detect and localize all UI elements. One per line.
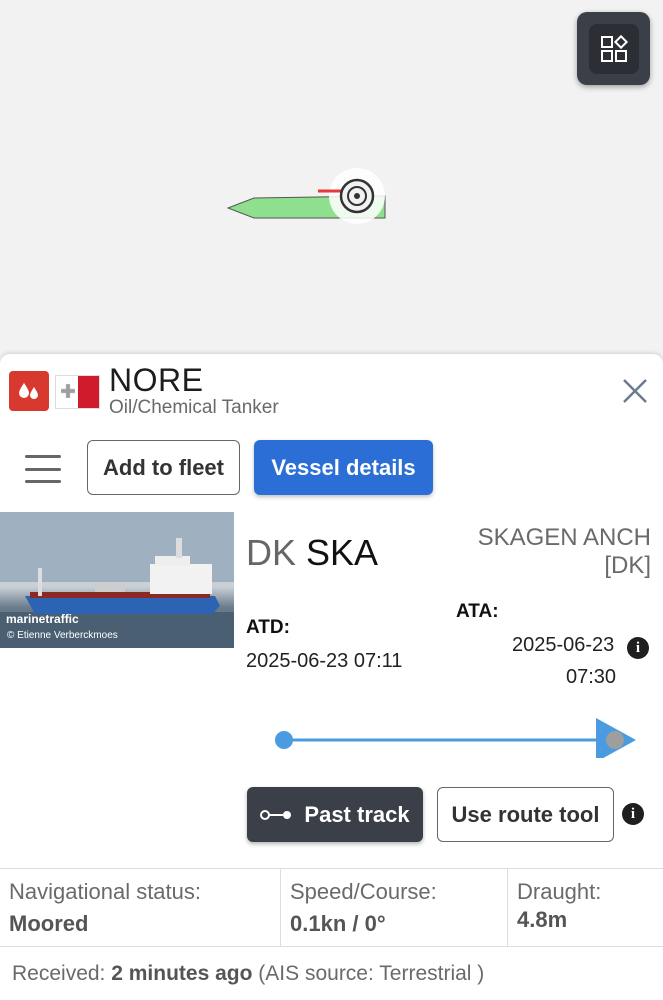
departure-code: SKA [306, 532, 379, 573]
vessel-name: NORE [109, 362, 204, 398]
hamburger-icon[interactable] [25, 455, 61, 483]
vessel-toolbar: Add to fleet Vessel details [0, 440, 663, 496]
close-icon[interactable] [618, 374, 652, 408]
vessel-stats: Navigational status: Moored Speed/Course… [0, 868, 663, 947]
nav-status-value: Moored [9, 911, 89, 936]
vessel-marker[interactable] [220, 160, 400, 240]
voyage-progress [270, 714, 650, 762]
photo-credit: © Etienne Verberckmoes [7, 630, 118, 641]
past-track-label: Past track [304, 801, 410, 827]
vessel-type: Oil/Chemical Tanker [109, 397, 279, 418]
departure-country: DK [246, 532, 297, 573]
speed-course-label: Speed/Course: [290, 879, 437, 904]
received-info: Received: 2 minutes ago (AIS source: Ter… [12, 962, 484, 986]
draught-value: 4.8m [517, 907, 568, 932]
malta-flag-icon [55, 375, 100, 409]
vessel-details-button[interactable]: Vessel details [254, 440, 433, 495]
speed-course-cell: Speed/Course: 0.1kn / 0° [281, 869, 508, 946]
map-view[interactable] [0, 0, 663, 356]
received-prefix: Received: [12, 962, 106, 985]
atd-value: 2025-06-23 07:11 [246, 650, 403, 672]
vessel-photo[interactable]: marinetraffic © Etienne Verberckmoes [0, 512, 234, 648]
ata-date: 2025-06-23 [512, 634, 615, 656]
atd-label: ATD: [246, 617, 290, 638]
ata-label: ATA: [456, 601, 499, 622]
layers-icon [588, 23, 639, 74]
track-icon [260, 809, 292, 820]
draught-label: Draught: [517, 879, 602, 904]
photo-watermark: marinetraffic [6, 612, 79, 626]
destination-country: [DK] [604, 552, 651, 579]
received-source: (AIS source: Terrestrial ) [258, 962, 485, 985]
speed-course-value: 0.1kn / 0° [290, 911, 386, 936]
nav-status-label: Navigational status: [9, 879, 201, 904]
vessel-header: NORE Oil/Chemical Tanker [0, 354, 663, 424]
map-layers-button[interactable] [577, 12, 650, 85]
received-time: 2 minutes ago [111, 962, 253, 985]
ata-info-icon[interactable]: i [627, 637, 649, 659]
use-route-tool-button[interactable]: Use route tool [437, 787, 614, 842]
departure-port[interactable]: DK SKA [246, 532, 378, 574]
tanker-icon [9, 371, 49, 411]
route-info-icon[interactable]: i [622, 803, 644, 825]
vessel-info-panel: NORE Oil/Chemical Tanker Add to fleet Ve… [0, 354, 663, 1000]
draught-cell: Draught: 4.8m [508, 869, 663, 946]
destination-name: SKAGEN ANCH [477, 524, 651, 551]
ata-time: 07:30 [566, 666, 617, 688]
past-track-button[interactable]: Past track [247, 787, 423, 842]
destination-port[interactable]: SKAGEN ANCH [DK] [431, 524, 651, 580]
add-to-fleet-button[interactable]: Add to fleet [87, 440, 240, 495]
nav-status-cell: Navigational status: Moored [0, 869, 281, 946]
